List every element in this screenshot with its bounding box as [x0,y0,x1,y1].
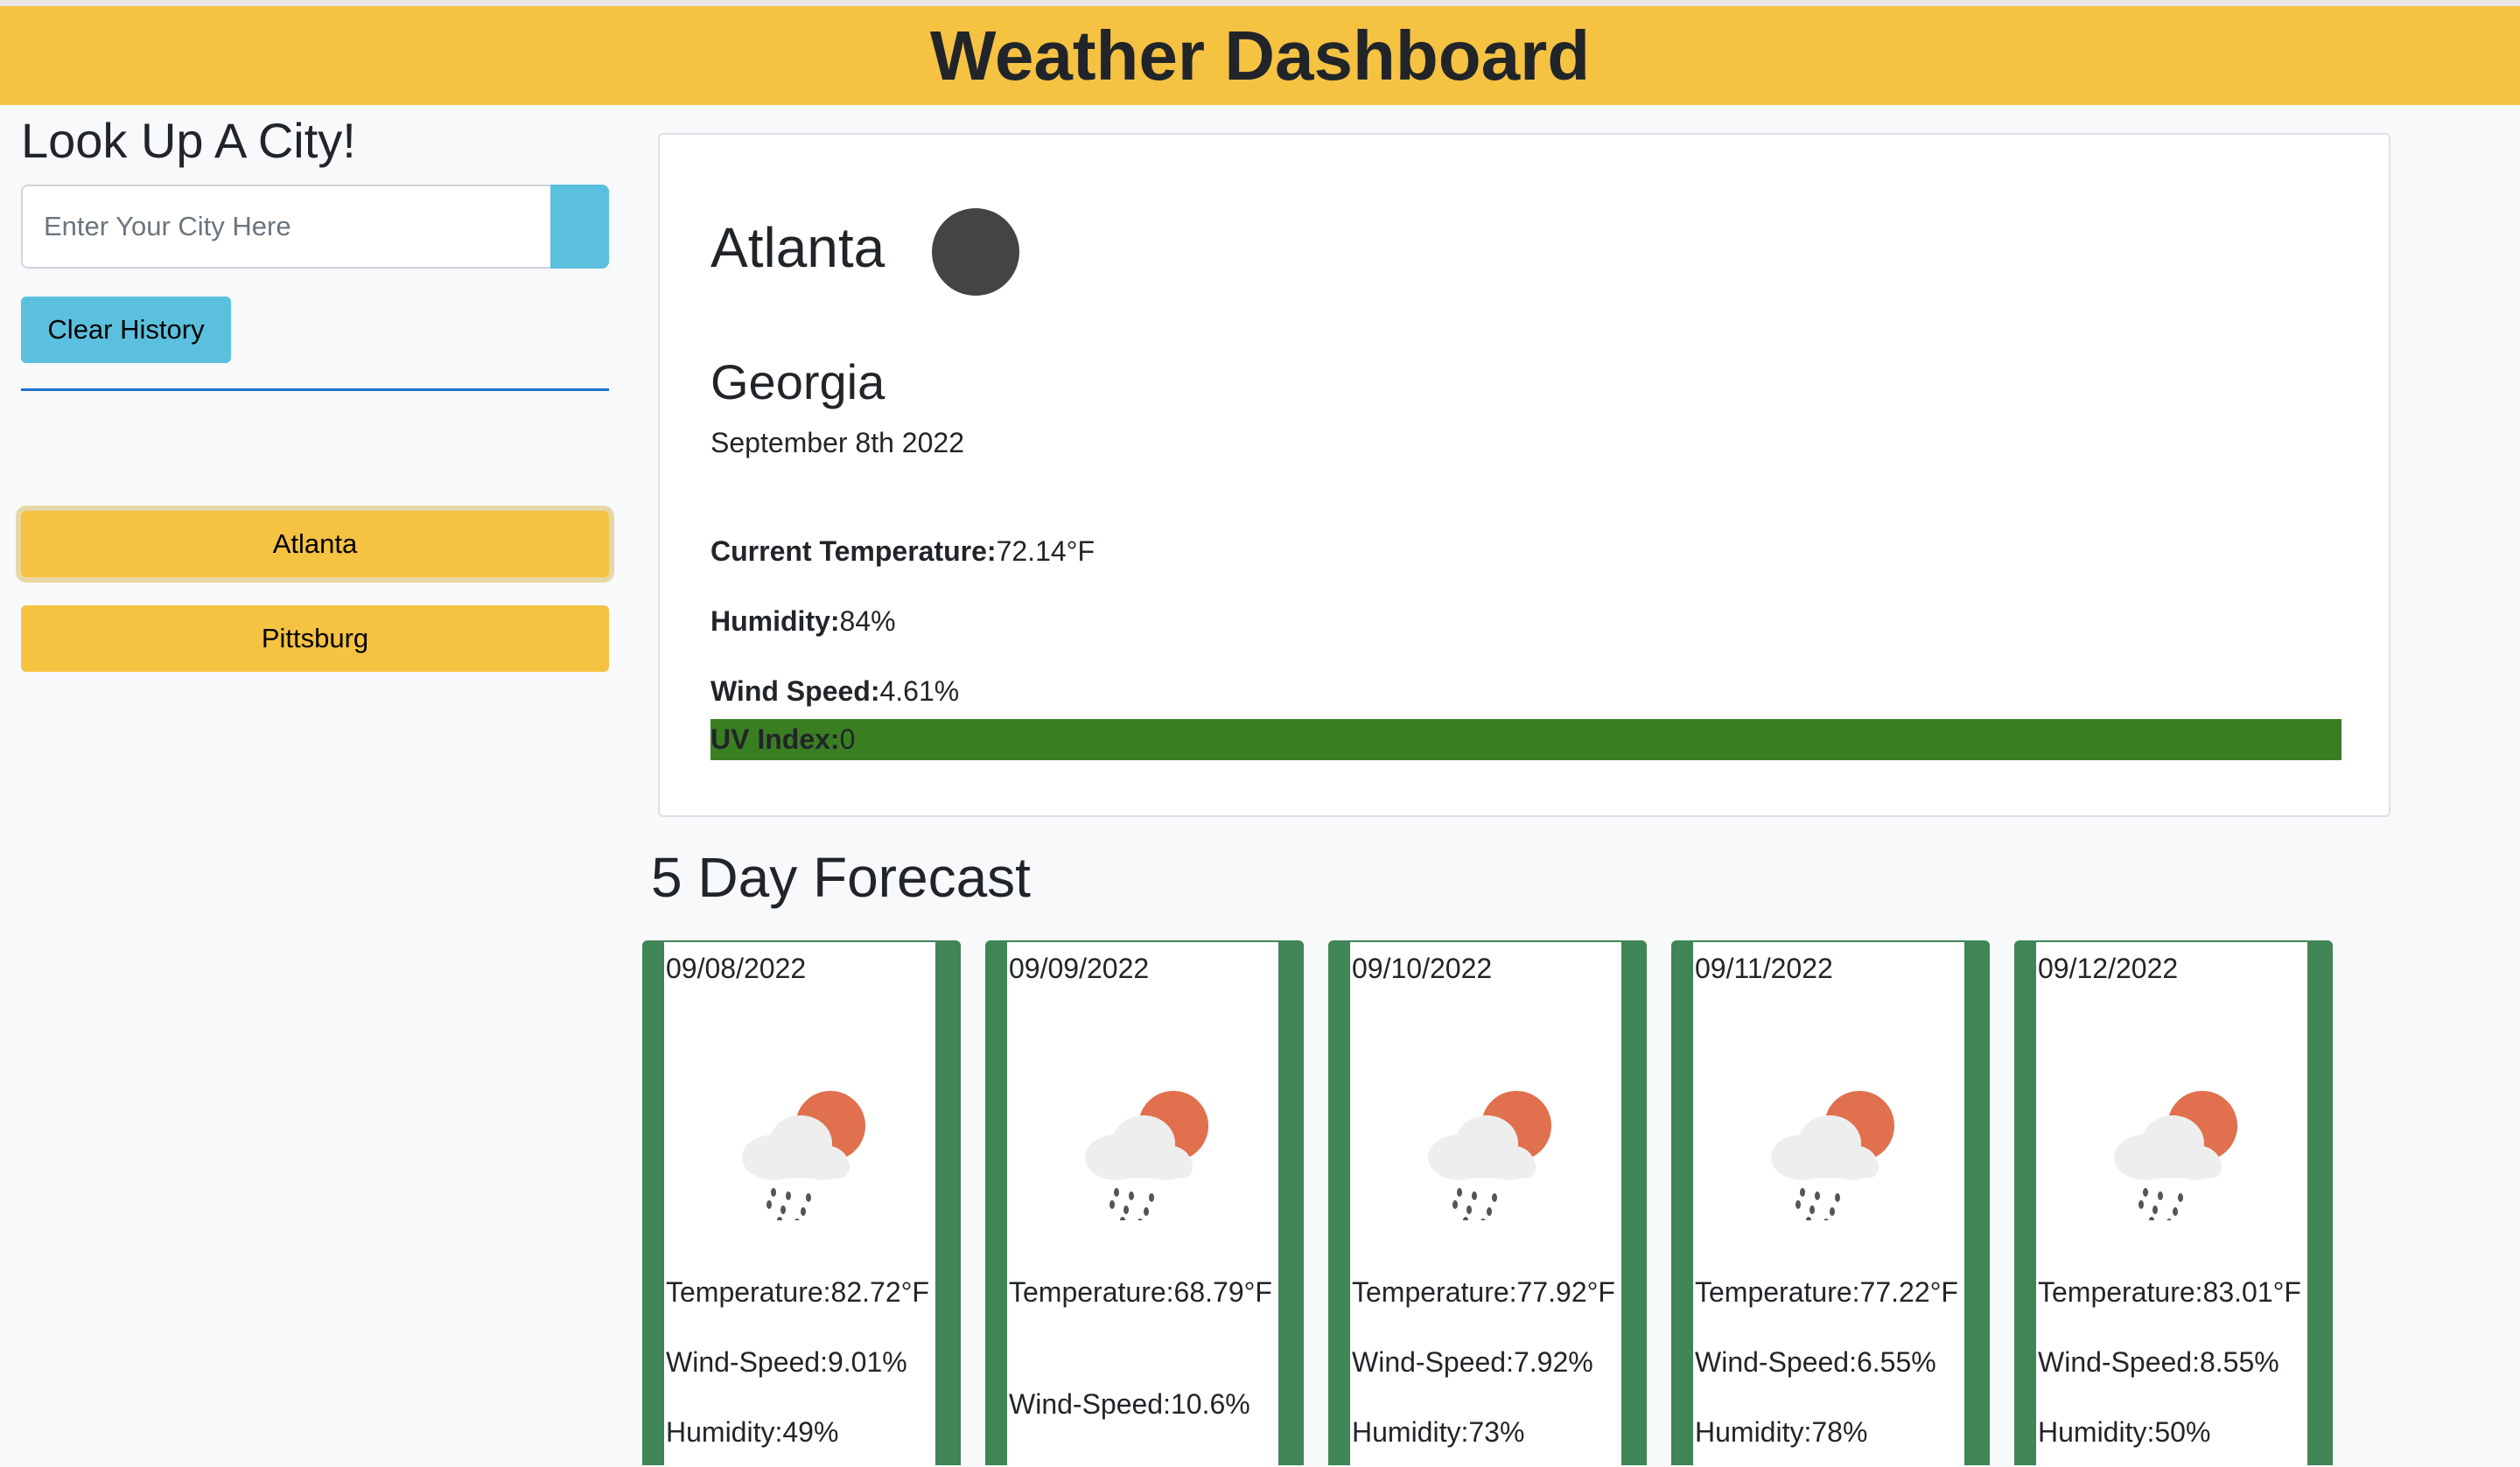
current-weather-icon [932,208,1019,296]
rain-sun-cloud-icon [2114,1091,2237,1220]
wind-value: 4.61% [879,675,960,707]
forecast-card-body: 09/09/2022 Temperature:68.79°F Wind-Spee… [1007,942,1278,1467]
forecast-date: 09/11/2022 [1695,953,1833,984]
rain-sun-cloud-icon [1428,1091,1551,1220]
current-state-name: Georgia [710,354,886,409]
forecast-card-body: 09/11/2022 Temperature:77.22°F Wind-Spee… [1693,942,1964,1467]
current-humidity: Humidity:84% [710,605,896,638]
forecast-humidity: Humidity:78% [1695,1416,1868,1448]
forecast-wind-speed: Wind-Speed:9.01% [666,1346,907,1378]
history-button-atlanta[interactable]: Atlanta [21,511,609,577]
forecast-temperature: Temperature:83.01°F [2038,1276,2301,1308]
temperature-value: 72.14°F [996,535,1095,567]
search-button[interactable] [550,185,609,269]
forecast-temperature: Temperature:68.79°F [1009,1276,1272,1308]
sidebar-divider [21,388,609,391]
history-button-pittsburg[interactable]: Pittsburg [21,605,609,672]
humidity-label: Humidity: [710,605,840,637]
forecast-temperature: Temperature:82.72°F [666,1276,929,1308]
forecast-temperature: Temperature:77.22°F [1695,1276,1958,1308]
forecast-title: 5 Day Forecast [651,846,1031,909]
forecast-humidity: Humidity:49% [666,1416,839,1448]
search-group [21,185,609,269]
forecast-date: 09/08/2022 [666,953,807,984]
rain-sun-cloud-icon [742,1091,865,1220]
lookup-title: Look Up A City! [21,113,356,168]
forecast-wind-speed: Wind-Speed:6.55% [1695,1346,1936,1378]
forecast-date: 09/10/2022 [1352,953,1493,984]
clear-history-button[interactable]: Clear History [21,297,231,363]
page-title: Weather Dashboard [929,16,1591,94]
uv-label: UV Index: [710,723,840,755]
forecast-card: 09/08/2022 Temperature:82.72°F Wind-Spee… [642,940,961,1467]
forecast-card-body: 09/12/2022 Temperature:83.01°F Wind-Spee… [2036,942,2307,1467]
forecast-wind-speed: Wind-Speed:10.6% [1009,1388,1250,1420]
current-wind-speed: Wind Speed:4.61% [710,675,959,708]
rain-sun-cloud-icon [1771,1091,1894,1220]
city-search-input[interactable] [21,185,550,269]
wind-label: Wind Speed: [710,675,880,707]
forecast-card: 09/12/2022 Temperature:83.01°F Wind-Spee… [2014,940,2333,1467]
forecast-card: 09/11/2022 Temperature:77.22°F Wind-Spee… [1671,940,1990,1467]
rain-sun-cloud-icon [1085,1091,1208,1220]
forecast-card-body: 09/08/2022 Temperature:82.72°F Wind-Spee… [664,942,935,1467]
current-temperature: Current Temperature:72.14°F [710,535,1095,568]
forecast-date: 09/12/2022 [2038,953,2179,984]
forecast-date: 09/09/2022 [1009,953,1150,984]
uv-value: 0 [839,723,856,755]
current-weather-card: Atlanta Georgia September 8th 2022 Curre… [658,133,2390,817]
forecast-humidity: Humidity:73% [1352,1416,1525,1448]
forecast-card: 09/10/2022 Temperature:77.92°F Wind-Spee… [1328,940,1647,1467]
uv-index-bar: UV Index:0 [710,719,2342,760]
forecast-card-body: 09/10/2022 Temperature:77.92°F Wind-Spee… [1350,942,1621,1467]
forecast-list: 09/08/2022 Temperature:82.72°F Wind-Spee… [642,940,2480,1467]
forecast-wind-speed: Wind-Speed:7.92% [1352,1346,1593,1378]
forecast-humidity: Humidity:50% [2038,1416,2211,1448]
forecast-card: 09/09/2022 Temperature:68.79°F Wind-Spee… [985,940,1304,1467]
top-border [0,0,2520,6]
current-city-name: Atlanta [710,216,886,279]
forecast-temperature: Temperature:77.92°F [1352,1276,1615,1308]
forecast-wind-speed: Wind-Speed:8.55% [2038,1346,2279,1378]
temperature-label: Current Temperature: [710,535,997,567]
current-date: September 8th 2022 [710,427,964,458]
humidity-value: 84% [839,605,896,637]
page-header: Weather Dashboard [0,6,2520,105]
